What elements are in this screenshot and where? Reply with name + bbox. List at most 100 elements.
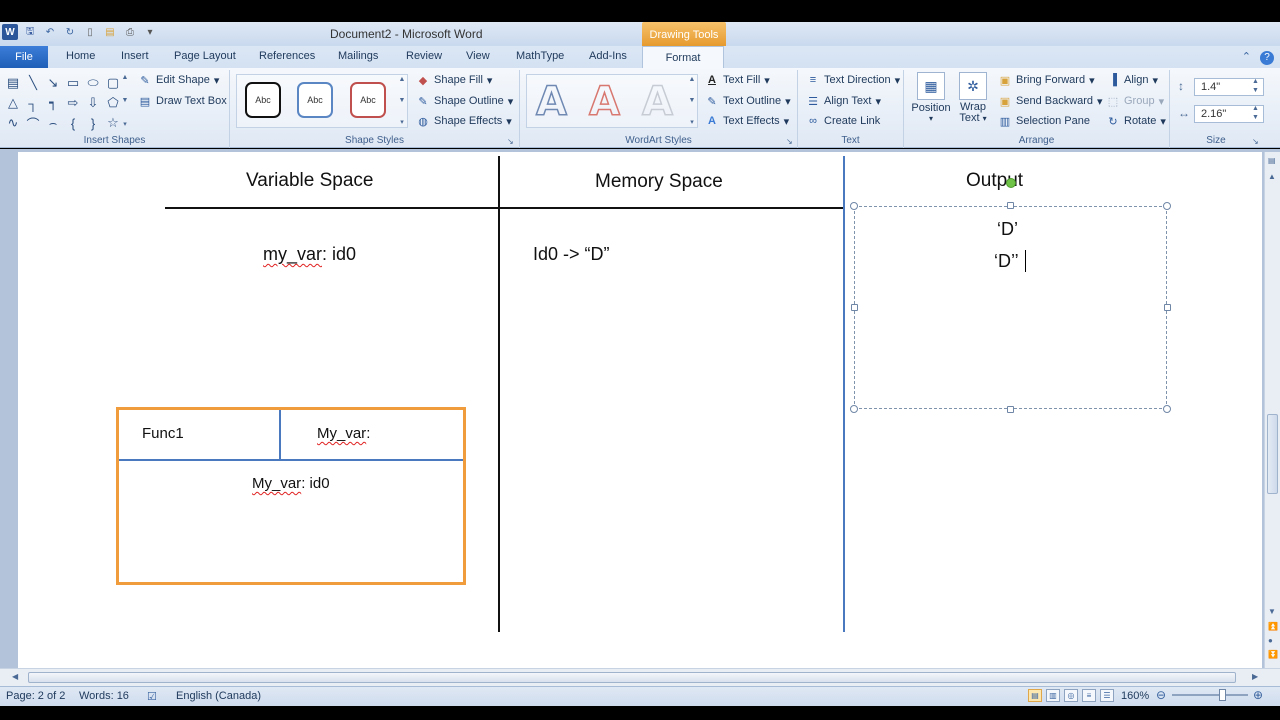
wordart-gallery-scroll[interactable]: ▲ ▼ ▾: [687, 76, 697, 126]
text-effects-button[interactable]: A Text Effects ▾: [705, 114, 789, 128]
word-app-icon[interactable]: W: [2, 24, 18, 40]
arc-shape-icon[interactable]: ⌒: [24, 114, 42, 132]
zoom-slider-track[interactable]: [1172, 694, 1248, 696]
bring-forward-button[interactable]: ▣ Bring Forward ▾: [998, 73, 1095, 87]
shape-fill-button[interactable]: ◆ Shape Fill ▾: [416, 73, 493, 87]
scroll-down-icon[interactable]: ▼: [122, 97, 129, 104]
open-folder-icon[interactable]: ▤: [102, 24, 118, 40]
scroll-down-icon[interactable]: ▼: [689, 97, 696, 104]
zoom-in-icon[interactable]: ⊕: [1253, 688, 1263, 702]
tab-home[interactable]: Home: [66, 50, 95, 62]
width-spinner-icon[interactable]: ▲ ▼: [1252, 104, 1259, 122]
send-backward-button[interactable]: ▣ Send Backward ▾: [998, 94, 1103, 108]
horizontal-scroll-thumb[interactable]: [28, 672, 1236, 683]
resize-handle-right[interactable]: [1164, 304, 1171, 311]
language-indicator[interactable]: English (Canada): [176, 690, 261, 702]
zoom-out-icon[interactable]: ⊖: [1156, 688, 1166, 702]
arrow-line-shape-icon[interactable]: ↘: [44, 74, 62, 92]
print-layout-view-icon[interactable]: ▤: [1028, 689, 1042, 702]
gallery-more-icon[interactable]: ▾: [400, 118, 404, 126]
tab-review[interactable]: Review: [406, 50, 442, 62]
elbow-connector-shape-icon[interactable]: ┐: [24, 94, 42, 112]
tab-insert[interactable]: Insert: [121, 50, 149, 62]
proofing-icon[interactable]: ☑: [147, 690, 157, 703]
wordart-preset-red-outline[interactable]: A: [588, 81, 620, 123]
elbow-arrow-shape-icon[interactable]: ┑: [44, 94, 62, 112]
tab-view[interactable]: View: [466, 50, 490, 62]
page-count[interactable]: Page: 2 of 2: [6, 690, 65, 702]
dialog-launcher-icon[interactable]: ↘: [786, 137, 793, 146]
resize-handle-bottom-left[interactable]: [850, 405, 858, 413]
wordart-preset-grey-outline[interactable]: A: [641, 81, 673, 123]
tab-format[interactable]: Format: [642, 46, 724, 70]
new-document-icon[interactable]: ▯: [82, 24, 98, 40]
resize-handle-bottom[interactable]: [1007, 406, 1014, 413]
browse-object-icon[interactable]: ●: [1268, 636, 1273, 645]
horizontal-scrollbar[interactable]: ◀ ▶: [0, 668, 1280, 686]
rotate-button[interactable]: ↻ Rotate ▾: [1106, 114, 1166, 128]
wrap-text-button[interactable]: ✲ Wrap Text ▾: [955, 72, 991, 124]
resize-handle-bottom-right[interactable]: [1163, 405, 1171, 413]
web-layout-view-icon[interactable]: ◎: [1064, 689, 1078, 702]
scroll-right-icon[interactable]: ▶: [1252, 672, 1258, 681]
minimize-ribbon-icon[interactable]: ⌃: [1242, 51, 1251, 63]
full-screen-reading-view-icon[interactable]: ▥: [1046, 689, 1060, 702]
line-shape-icon[interactable]: ╲: [24, 74, 42, 92]
scroll-up-icon[interactable]: ▲: [689, 76, 696, 83]
edit-shape-button[interactable]: ✎ Edit Shape ▾: [138, 73, 219, 87]
create-link-button[interactable]: ∞ Create Link: [806, 114, 880, 128]
resize-handle-top-left[interactable]: [850, 202, 858, 210]
shape-style-preset-blue[interactable]: Abc: [297, 82, 333, 118]
group-button[interactable]: ⬚ Group ▾: [1106, 94, 1164, 108]
curve-shape-icon[interactable]: ∿: [4, 114, 22, 132]
ruler-toggle-icon[interactable]: ▤: [1268, 156, 1276, 165]
oval-shape-icon[interactable]: ⬭: [84, 74, 102, 92]
resize-handle-top[interactable]: [1007, 202, 1014, 209]
scroll-up-icon[interactable]: ▲: [1268, 172, 1276, 181]
vertical-scrollbar[interactable]: ▤ ▲ ▼ ⏫ ● ⏬: [1264, 152, 1280, 668]
scroll-down-icon[interactable]: ▼: [399, 97, 406, 104]
help-icon[interactable]: ?: [1260, 51, 1274, 65]
triangle-shape-icon[interactable]: △: [4, 94, 22, 112]
customize-qat-icon[interactable]: ▾: [142, 24, 158, 40]
left-brace-shape-icon[interactable]: {: [64, 114, 82, 132]
curved-connector-shape-icon[interactable]: ⌢: [44, 114, 62, 132]
draw-text-box-button[interactable]: ▤ Draw Text Box: [138, 94, 227, 108]
textbox-shape-icon[interactable]: ▤: [4, 74, 22, 92]
gallery-more-icon[interactable]: ▾: [690, 118, 694, 126]
shape-outline-button[interactable]: ✎ Shape Outline ▾: [416, 94, 513, 108]
save-icon[interactable]: 🖫: [22, 24, 38, 40]
vertical-scroll-thumb[interactable]: [1267, 414, 1278, 494]
right-arrow-shape-icon[interactable]: ⇨: [64, 94, 82, 112]
scroll-down-icon[interactable]: ▼: [1268, 607, 1276, 616]
resize-handle-top-right[interactable]: [1163, 202, 1171, 210]
shapes-gallery[interactable]: ▤ ╲ ↘ ▭ ⬭ ▢ △ ┐ ┑ ⇨ ⇩ ⬠ ∿ ⌒ ⌢ { } ☆: [4, 74, 124, 132]
next-page-icon[interactable]: ⏬: [1268, 650, 1278, 659]
rotation-handle[interactable]: [1006, 178, 1016, 188]
draft-view-icon[interactable]: ☰: [1100, 689, 1114, 702]
tab-mathtype[interactable]: MathType: [516, 50, 564, 62]
outline-view-icon[interactable]: ≡: [1082, 689, 1096, 702]
tab-page-layout[interactable]: Page Layout: [174, 50, 236, 62]
shapes-gallery-scroll[interactable]: ▲ ▼ ▾: [120, 74, 130, 128]
tab-mailings[interactable]: Mailings: [338, 50, 378, 62]
tab-references[interactable]: References: [259, 50, 315, 62]
undo-icon[interactable]: ↶: [42, 24, 58, 40]
align-button[interactable]: ▐ Align ▾: [1106, 73, 1158, 87]
redo-icon[interactable]: ↻: [62, 24, 78, 40]
zoom-level[interactable]: 160%: [1121, 690, 1149, 702]
zoom-slider-knob[interactable]: [1219, 689, 1226, 701]
tab-add-ins[interactable]: Add-Ins: [589, 50, 627, 62]
down-arrow-shape-icon[interactable]: ⇩: [84, 94, 102, 112]
text-direction-button[interactable]: ≡ Text Direction ▾: [806, 73, 900, 87]
scroll-up-icon[interactable]: ▲: [122, 74, 129, 81]
tab-file[interactable]: File: [0, 46, 48, 68]
word-count[interactable]: Words: 16: [79, 690, 129, 702]
dialog-launcher-icon[interactable]: ↘: [1252, 137, 1259, 146]
shape-effects-button[interactable]: ◍ Shape Effects ▾: [416, 114, 512, 128]
dialog-launcher-icon[interactable]: ↘: [507, 137, 514, 146]
align-text-button[interactable]: ☰ Align Text ▾: [806, 94, 881, 108]
resize-handle-left[interactable]: [851, 304, 858, 311]
gallery-more-icon[interactable]: ▾: [123, 120, 127, 128]
scroll-up-icon[interactable]: ▲: [399, 76, 406, 83]
